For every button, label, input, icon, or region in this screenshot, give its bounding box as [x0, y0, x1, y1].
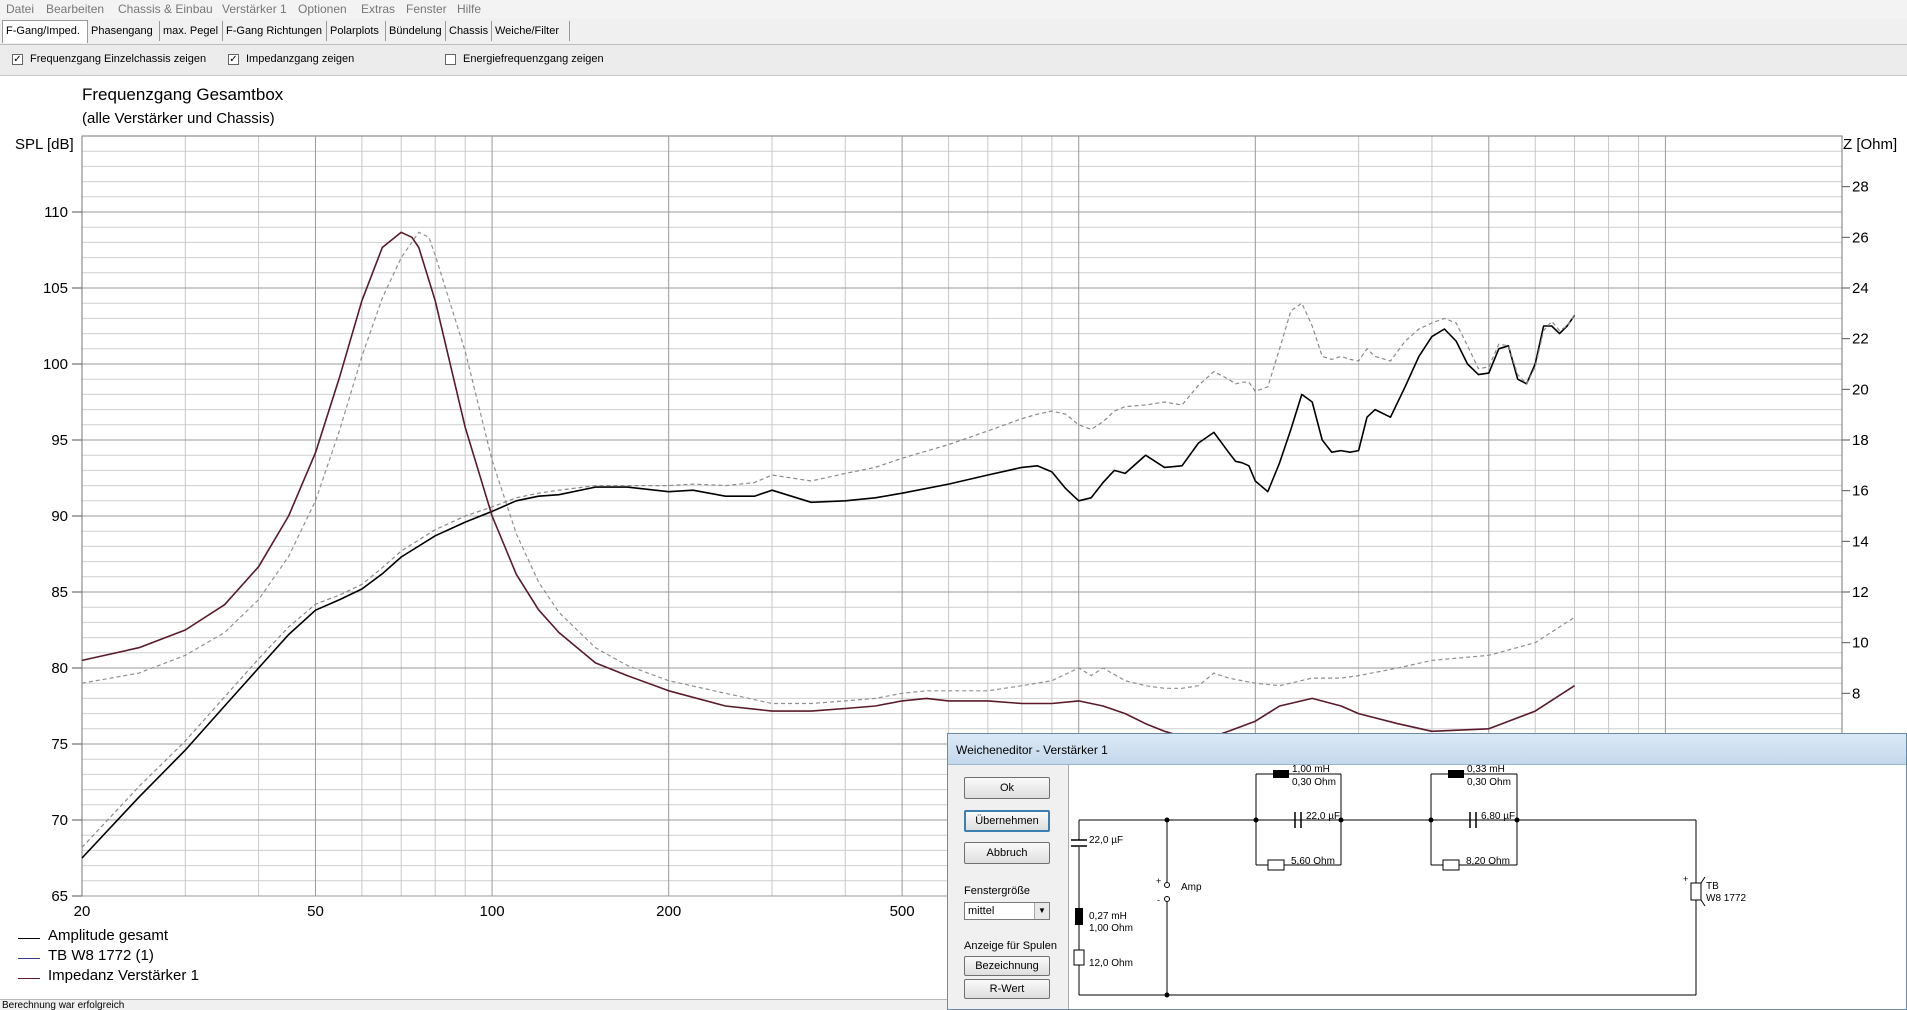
legend-impedanz: Impedanz Verstärker 1 — [48, 967, 199, 984]
y-tick-label: 110 — [44, 204, 68, 221]
legend-swatch-amplitude — [18, 938, 40, 939]
y-tick-label: 70 — [51, 812, 68, 829]
coil2-r-label: 0,30 Ohm — [1467, 777, 1511, 788]
y2-tick-label: 14 — [1852, 533, 1869, 550]
y-tick-label: 75 — [51, 736, 68, 753]
x-tick-label: 500 — [890, 903, 915, 920]
tab-buendelung[interactable]: Bündelung — [386, 21, 446, 41]
x-tick-label: 20 — [74, 903, 91, 920]
res-left-label: 12,0 Ohm — [1089, 958, 1133, 969]
tab-bar: F-Gang/Imped. Phasengang max. Pegel F-Ga… — [0, 18, 1907, 45]
y-tick-label: 90 — [51, 508, 68, 525]
legend-amplitude: Amplitude gesamt — [48, 927, 169, 944]
cancel-button[interactable]: Abbruch — [964, 842, 1050, 864]
legend-swatch-tb-w8 — [18, 958, 40, 959]
x-tick-label: 100 — [480, 903, 505, 920]
checkbox-impedanz-label: Impedanzgang zeigen — [246, 53, 355, 65]
series-line-2 — [81, 231, 1575, 738]
checkbox-impedanz[interactable]: ✓ — [228, 54, 239, 65]
tab-max-pegel[interactable]: max. Pegel — [160, 21, 223, 41]
checkbox-einzelchassis-label: Frequenzgang Einzelchassis zeigen — [30, 53, 207, 65]
tab-weiche-filter[interactable]: Weiche/Filter — [492, 21, 570, 41]
status-text: Berechnung war erfolgreich — [2, 1000, 125, 1010]
y2-tick-label: 10 — [1852, 635, 1869, 652]
cap1-label: 22,0 µF — [1306, 811, 1341, 822]
coil-left-r-label: 1,00 Ohm — [1089, 923, 1133, 934]
tab-chassis[interactable]: Chassis — [446, 21, 492, 41]
y-tick-label: 95 — [51, 432, 68, 449]
y-tick-label: 80 — [51, 660, 68, 677]
menu-edit[interactable]: Bearbeiten — [46, 2, 104, 16]
apply-button[interactable]: Übernehmen — [964, 810, 1050, 832]
coil1-r-label: 0,30 Ohm — [1292, 777, 1336, 788]
amp-label: Amp — [1181, 882, 1202, 893]
legend-swatch-impedanz — [18, 978, 40, 979]
tab-fgang-richtungen[interactable]: F-Gang Richtungen — [223, 21, 327, 41]
legend-tb-w8: TB W8 1772 (1) — [48, 947, 154, 964]
coil-left-l-label: 0,27 mH — [1089, 911, 1127, 922]
x-tick-label: 50 — [307, 903, 324, 920]
coil-display-label: Anzeige für Spulen — [964, 940, 1057, 952]
chevron-down-icon[interactable]: ▼ — [1034, 903, 1049, 919]
menu-file[interactable]: Datei — [6, 2, 34, 16]
tab-phasengang[interactable]: Phasengang — [88, 21, 160, 41]
checkbox-einzelchassis[interactable]: ✓ — [12, 54, 23, 65]
window-size-value: mittel — [968, 905, 995, 917]
menu-help[interactable]: Hilfe — [457, 2, 481, 16]
speaker-icon — [1690, 882, 1702, 901]
dialog-titlebar[interactable]: Weicheneditor - Verstärker 1 — [948, 734, 1906, 765]
options-bar: ✓ Frequenzgang Einzelchassis zeigen ✓ Im… — [0, 45, 1907, 76]
coil2-l-label: 0,33 mH — [1467, 764, 1505, 775]
y2-tick-label: 20 — [1852, 381, 1869, 398]
menu-chassis[interactable]: Chassis & Einbau — [118, 2, 213, 16]
window-size-label: Fenstergröße — [964, 885, 1031, 897]
y2-tick-label: 18 — [1852, 432, 1869, 449]
menu-amplifier[interactable]: Verstärker 1 — [222, 2, 287, 16]
svg-text:+: + — [1683, 874, 1688, 884]
x-tick-label: 200 — [656, 903, 681, 920]
res1-label: 5,60 Ohm — [1291, 856, 1335, 867]
y-tick-label: 85 — [51, 584, 68, 601]
window-size-select[interactable]: mittel ▼ — [964, 902, 1050, 920]
svg-text:-: - — [1157, 895, 1160, 905]
coil1-l-label: 1,00 mH — [1292, 764, 1330, 775]
menu-options[interactable]: Optionen — [298, 2, 347, 16]
driver-name-1: TB — [1706, 881, 1719, 892]
y2-tick-label: 22 — [1852, 331, 1869, 348]
y2-tick-label: 24 — [1852, 280, 1869, 297]
menu-bar: Datei Bearbeiten Chassis & Einbau Verstä… — [0, 0, 1907, 19]
ok-button[interactable]: Ok — [964, 777, 1050, 799]
checkbox-energie-label: Energiefrequenzgang zeigen — [463, 53, 604, 65]
svg-text:+: + — [1156, 876, 1161, 886]
y2-tick-label: 8 — [1852, 685, 1860, 702]
tab-polarplots[interactable]: Polarplots — [327, 21, 386, 41]
y2-tick-label: 16 — [1852, 483, 1869, 500]
cap-left-label: 22,0 µF — [1089, 835, 1124, 846]
checkbox-energie[interactable] — [445, 54, 456, 65]
coil-label-button[interactable]: Bezeichnung — [964, 956, 1050, 976]
tab-fgang-imped[interactable]: F-Gang/Imped. — [2, 20, 88, 43]
driver-name-2: W8 1772 — [1706, 893, 1747, 904]
dialog-title: Weicheneditor - Verstärker 1 — [956, 743, 1108, 757]
coil-icon — [1075, 908, 1083, 925]
menu-window[interactable]: Fenster — [406, 2, 447, 16]
y-tick-label: 65 — [51, 888, 68, 905]
crossover-editor-dialog: Weicheneditor - Verstärker 1 Ok Übernehm… — [947, 733, 1907, 1010]
cap2-label: 6,80 µF — [1481, 811, 1516, 822]
y2-tick-label: 12 — [1852, 584, 1869, 601]
y-tick-label: 105 — [43, 280, 68, 297]
res2-label: 8,20 Ohm — [1466, 856, 1510, 867]
crossover-schematic: + - + 22,0 µF 0,27 mH 1,00 Ohm 12,0 Ohm … — [1068, 764, 1906, 1009]
coil-rvalue-button[interactable]: R-Wert — [964, 979, 1050, 999]
y-tick-label: 100 — [43, 356, 68, 373]
y2-tick-label: 28 — [1852, 179, 1869, 196]
y2-tick-label: 26 — [1852, 229, 1869, 246]
menu-extras[interactable]: Extras — [361, 2, 395, 16]
resistor-icon — [1073, 949, 1085, 966]
